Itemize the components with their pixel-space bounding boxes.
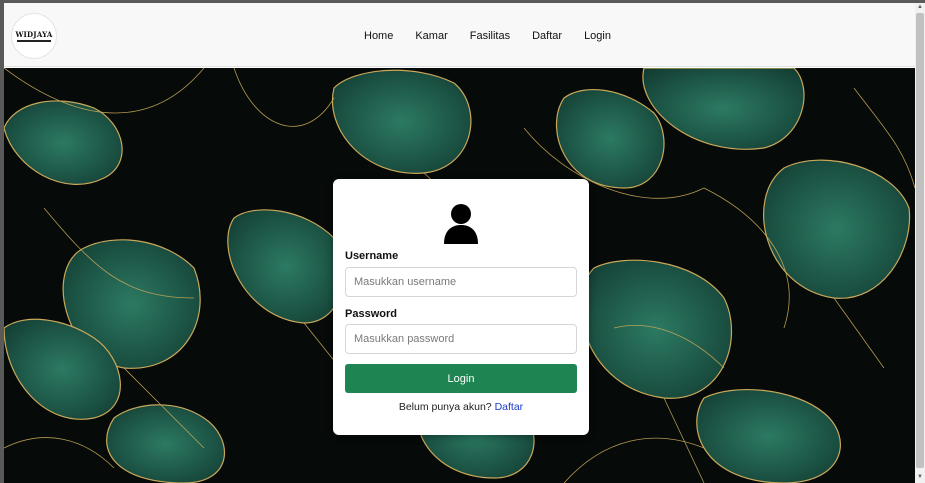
vertical-scrollbar[interactable]: ▲ ▼ [915,3,925,483]
nav-item-home[interactable]: Home [364,30,393,42]
login-card: Username Password Login Belum punya akun… [333,179,589,435]
navbar: WIDJAYA Home Kamar Fasilitas Daftar Logi… [4,3,915,67]
nav-item-daftar[interactable]: Daftar [532,30,562,42]
register-prompt: Belum punya akun? Daftar [333,401,589,413]
register-link[interactable]: Daftar [495,401,524,413]
nav-item-fasilitas[interactable]: Fasilitas [470,30,510,42]
page-viewport: WIDJAYA Home Kamar Fasilitas Daftar Logi… [4,3,915,483]
chevron-down-icon[interactable]: ▼ [915,473,925,482]
password-field[interactable] [345,324,577,354]
register-prompt-text: Belum punya akun? [398,401,492,413]
nav-item-login[interactable]: Login [584,30,611,42]
username-field[interactable] [345,267,577,297]
brand-logo[interactable]: WIDJAYA [11,13,57,59]
nav-item-kamar[interactable]: Kamar [415,30,447,42]
chevron-up-icon[interactable]: ▲ [915,3,925,12]
user-icon [444,204,478,244]
login-button[interactable]: Login [345,364,577,393]
username-label: Username [345,250,399,262]
scrollbar-thumb[interactable] [916,13,924,468]
password-label: Password [345,308,397,320]
brand-logo-underline [17,39,51,42]
brand-logo-text: WIDJAYA [15,29,53,39]
main-nav: Home Kamar Fasilitas Daftar Login [364,30,633,42]
browser-window: WIDJAYA Home Kamar Fasilitas Daftar Logi… [0,0,925,483]
